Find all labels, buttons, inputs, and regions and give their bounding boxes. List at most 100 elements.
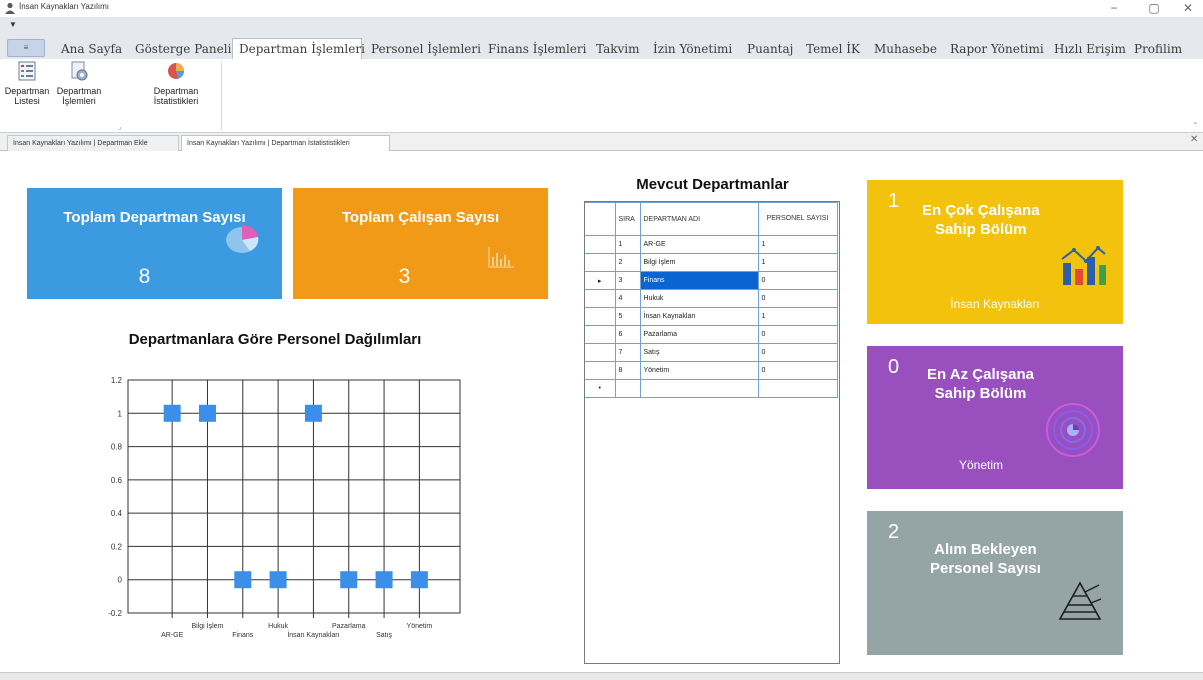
tab-finans-islemleri[interactable]: Finans İşlemleri <box>488 39 586 59</box>
tab-profilim[interactable]: Profilim <box>1134 39 1182 59</box>
cell-personel-sayisi[interactable]: 0 <box>757 361 838 380</box>
application-menu-button[interactable]: ≡ <box>7 39 45 57</box>
table-header-row: SIRA DEPARTMAN ADI PERSONEL SAYISI <box>585 202 838 236</box>
ribbon-button-label: Departman <box>56 86 102 96</box>
cell-departman-adi[interactable]: Finans <box>639 271 759 290</box>
row-header[interactable]: ▸ <box>585 271 616 290</box>
tab-temel-ik[interactable]: Temel İK <box>806 39 860 59</box>
data-point-marker <box>234 571 252 589</box>
cell-departman-adi[interactable]: Pazarlama <box>639 325 759 344</box>
tab-hizli-erisim[interactable]: Hızlı Erişim <box>1054 39 1126 59</box>
departman-islemleri-button[interactable]: Departman İşlemleri <box>51 61 107 106</box>
y-tick-label: 1 <box>118 409 123 418</box>
data-point-marker <box>340 571 358 589</box>
cell-personel-sayisi[interactable]: 1 <box>757 235 838 254</box>
minimize-button[interactable]: − <box>1099 0 1129 17</box>
new-row-cell[interactable] <box>757 379 838 398</box>
departman-table: SIRA DEPARTMAN ADI PERSONEL SAYISI 1 AR-G… <box>585 202 838 398</box>
cell-sira[interactable]: 5 <box>614 307 641 326</box>
quick-access-dropdown-icon[interactable]: ▼ <box>9 20 17 29</box>
table-row[interactable]: 6 Pazarlama 0 <box>585 325 838 344</box>
row-header[interactable] <box>585 289 616 308</box>
tab-ana-sayfa[interactable]: Ana Sayfa <box>61 39 122 59</box>
grid-title: Mevcut Departmanlar <box>636 176 789 193</box>
window-title: İnsan Kaynakları Yazılımı <box>19 2 109 11</box>
cell-departman-adi[interactable]: Hukuk <box>639 289 759 308</box>
y-tick-label: 0 <box>118 576 123 585</box>
pie-chart-icon <box>226 224 259 253</box>
close-button[interactable]: ✕ <box>1173 0 1203 17</box>
radar-icon <box>1046 403 1100 457</box>
y-tick-label: 0.6 <box>111 476 123 485</box>
pie-chart-icon <box>168 63 184 79</box>
ribbon-collapse-icon[interactable]: ⌃ <box>1192 121 1199 130</box>
tab-muhasebe[interactable]: Muhasebe <box>874 39 937 59</box>
table-row[interactable]: 4 Hukuk 0 <box>585 289 838 308</box>
table-row[interactable]: ▸ 3 Finans 0 <box>585 271 838 290</box>
row-header[interactable] <box>585 235 616 254</box>
card-title-line: Sahip Bölüm <box>934 385 1027 402</box>
maximize-button[interactable]: ▢ <box>1139 0 1169 17</box>
table-row[interactable]: 5 İnsan Kaynakları 1 <box>585 307 838 326</box>
column-header-departman-adi[interactable]: DEPARTMAN ADI <box>639 202 759 236</box>
row-header[interactable] <box>585 253 616 272</box>
cell-personel-sayisi[interactable]: 1 <box>757 307 838 326</box>
new-row-marker[interactable]: • <box>585 379 616 398</box>
cell-personel-sayisi[interactable]: 0 <box>757 289 838 308</box>
x-tick-label: Hukuk <box>268 623 288 630</box>
departman-listesi-button[interactable]: Departman Listesi <box>2 61 52 106</box>
row-header[interactable] <box>585 361 616 380</box>
cell-sira[interactable]: 4 <box>614 289 641 308</box>
quick-access-toolbar <box>0 17 1203 37</box>
cell-sira[interactable]: 3 <box>614 271 641 290</box>
row-header[interactable] <box>585 343 616 362</box>
column-header-personel-sayisi[interactable]: PERSONEL SAYISI <box>757 202 838 236</box>
table-row[interactable]: 7 Satış 0 <box>585 343 838 362</box>
tab-izin-yonetimi[interactable]: İzin Yönetimi <box>653 39 732 59</box>
data-point-marker <box>304 404 322 422</box>
new-row[interactable]: • <box>585 379 838 398</box>
tab-rapor-yonetimi[interactable]: Rapor Yönetimi <box>950 39 1044 59</box>
column-header-sira[interactable]: SIRA <box>614 202 641 236</box>
ribbon-button-label: Departman <box>4 86 50 96</box>
group-launcher-icon[interactable]: ⌟ <box>118 123 121 131</box>
row-header[interactable] <box>585 307 616 326</box>
table-row[interactable]: 2 Bilgi İşlem 1 <box>585 253 838 272</box>
y-tick-label: 0.2 <box>111 542 123 551</box>
cell-sira[interactable]: 6 <box>614 325 641 344</box>
doc-tab-departman-istatistikleri[interactable]: İnsan Kaynakları Yazılımı | Departman İs… <box>181 135 390 151</box>
departman-istatistikleri-button[interactable]: Departman İstatistikleri <box>145 61 207 106</box>
cell-personel-sayisi[interactable]: 0 <box>757 343 838 362</box>
cell-personel-sayisi[interactable]: 0 <box>757 325 838 344</box>
cell-personel-sayisi[interactable]: 0 <box>757 271 838 290</box>
personel-dagilim-chart: 1.2 1 0.8 0.6 0.4 0.2 0 -0.2 AR-GE Bilgi İşlem Fin… <box>108 376 461 639</box>
tab-departman-islemleri[interactable]: Departman İşlemleri <box>239 39 365 59</box>
data-point-marker <box>269 571 287 589</box>
cell-sira[interactable]: 8 <box>614 361 641 380</box>
tab-takvim[interactable]: Takvim <box>596 39 640 59</box>
doc-tab-departman-ekle[interactable]: İnsan Kaynakları Yazılımı | Departman Ek… <box>7 135 179 151</box>
ribbon-button-label: Departman <box>153 86 199 96</box>
tab-gosterge-paneli[interactable]: Gösterge Paneli <box>135 39 231 59</box>
new-row-cell[interactable] <box>614 379 641 398</box>
cell-departman-adi[interactable]: Yönetim <box>639 361 759 380</box>
en-cok-calisan-card: 1 En Çok Çalışana Sahip Bölüm İnsan Kayn… <box>867 180 1123 324</box>
x-tick-label: Satış <box>376 632 392 639</box>
tab-personel-islemleri[interactable]: Personel İşlemleri <box>371 39 481 59</box>
cell-departman-adi[interactable]: İnsan Kaynakları <box>639 307 759 326</box>
cell-sira[interactable]: 7 <box>614 343 641 362</box>
table-row[interactable]: 1 AR-GE 1 <box>585 235 838 254</box>
row-header[interactable] <box>585 325 616 344</box>
tab-puantaj[interactable]: Puantaj <box>747 39 793 59</box>
new-row-cell[interactable] <box>639 379 759 398</box>
close-tab-icon[interactable]: ✕ <box>1190 134 1198 145</box>
cell-departman-adi[interactable]: Bilgi İşlem <box>639 253 759 272</box>
cell-departman-adi[interactable]: Satış <box>639 343 759 362</box>
data-point-marker <box>375 571 393 589</box>
cell-sira[interactable]: 2 <box>614 253 641 272</box>
cell-departman-adi[interactable]: AR-GE <box>639 235 759 254</box>
list-icon <box>18 61 36 81</box>
table-row[interactable]: 8 Yönetim 0 <box>585 361 838 380</box>
cell-personel-sayisi[interactable]: 1 <box>757 253 838 272</box>
cell-sira[interactable]: 1 <box>614 235 641 254</box>
